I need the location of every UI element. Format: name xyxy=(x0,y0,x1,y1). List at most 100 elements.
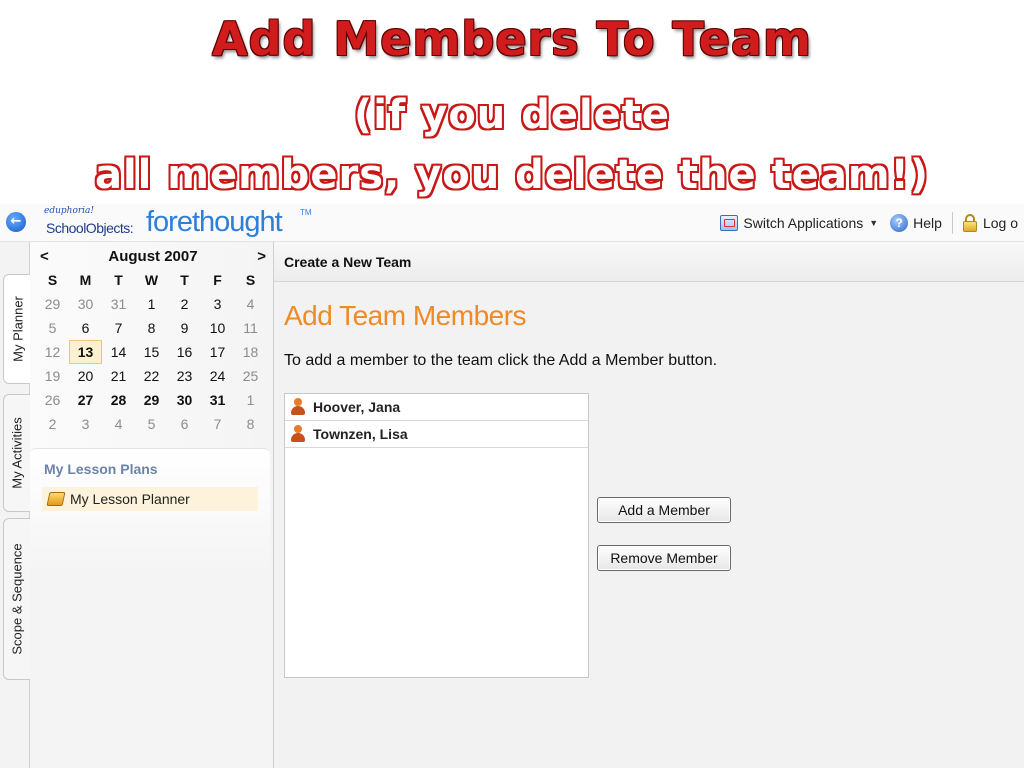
calendar-day[interactable]: 11 xyxy=(234,316,267,340)
switch-applications-icon xyxy=(720,215,739,231)
calendar-day[interactable]: 20 xyxy=(69,364,102,388)
help-icon: ? xyxy=(890,214,909,232)
chevron-down-icon: ▼ xyxy=(869,218,879,228)
calendar-day-of-week: F xyxy=(213,272,222,288)
calendar-day[interactable]: 16 xyxy=(168,340,201,364)
calendar-day[interactable]: 14 xyxy=(102,340,135,364)
calendar-day[interactable]: 27 xyxy=(69,388,102,412)
calendar-day[interactable]: 6 xyxy=(168,412,201,436)
calendar-day-of-week: W xyxy=(144,272,159,288)
vertical-tab-strip: My Planner My Activities Scope & Sequenc… xyxy=(0,242,32,768)
tab-my-activities[interactable]: My Activities xyxy=(3,394,30,512)
calendar-day[interactable]: 24 xyxy=(201,364,234,388)
calendar-day-of-week: S xyxy=(47,272,58,288)
calendar-day[interactable]: 17 xyxy=(201,340,234,364)
my-lesson-planner-label: My Lesson Planner xyxy=(70,491,190,507)
calendar-day[interactable]: 5 xyxy=(135,412,168,436)
calendar-day[interactable]: 31 xyxy=(201,388,234,412)
calendar-day[interactable]: 3 xyxy=(201,292,234,316)
calendar-day[interactable]: 25 xyxy=(234,364,267,388)
calendar-day[interactable]: 21 xyxy=(102,364,135,388)
lesson-plans-title: My Lesson Plans xyxy=(44,461,158,477)
my-lesson-planner-item[interactable]: My Lesson Planner xyxy=(42,487,258,511)
user-icon xyxy=(290,398,306,416)
slide-subtitle-line2: all members, you delete the team!) xyxy=(94,152,930,198)
calendar-day[interactable]: 4 xyxy=(102,412,135,436)
list-item[interactable]: Hoover, Jana xyxy=(285,394,588,421)
tab-label: Scope & Sequence xyxy=(9,543,25,655)
calendar-grid: S M T W T F S 29 30 31 1 2 3 4 5 6 7 8 9 10 11 12 13 14 15 16 17 18… xyxy=(36,268,270,436)
calendar-day[interactable]: 2 xyxy=(168,292,201,316)
calendar-day[interactable]: 19 xyxy=(36,364,69,388)
lesson-plans-section: My Lesson Plans My Lesson Planner xyxy=(30,448,270,768)
calendar-day-today[interactable]: 13 xyxy=(69,340,102,364)
calendar-day[interactable]: 29 xyxy=(135,388,168,412)
calendar-month-label: August 2007 xyxy=(108,248,198,265)
calendar-day[interactable]: 8 xyxy=(135,316,168,340)
calendar-day[interactable]: 29 xyxy=(36,292,69,316)
logo-eduphoria: eduphoria! xyxy=(44,206,95,216)
calendar-day[interactable]: 18 xyxy=(234,340,267,364)
tab-scope-sequence[interactable]: Scope & Sequence xyxy=(3,518,30,680)
tab-label: My Activities xyxy=(9,417,25,489)
calendar-day[interactable]: 8 xyxy=(234,412,267,436)
tab-label: My Planner xyxy=(10,296,26,362)
slide-title: Add Members To Team xyxy=(212,12,812,66)
calendar-day[interactable]: 5 xyxy=(36,316,69,340)
calendar-day[interactable]: 30 xyxy=(69,292,102,316)
member-name: Hoover, Jana xyxy=(313,399,401,415)
calendar-day[interactable]: 1 xyxy=(234,388,267,412)
calendar-day-of-week: T xyxy=(180,272,189,288)
calendar-day-of-week: S xyxy=(245,272,256,288)
calendar-day[interactable]: 22 xyxy=(135,364,168,388)
logout-label: Log o xyxy=(982,215,1018,231)
instruction-text: To add a member to the team click the Ad… xyxy=(284,352,718,369)
calendar-day[interactable]: 30 xyxy=(168,388,201,412)
left-panel: < August 2007 > S M T W T F S 29 30 31 1 2 3 4 5 6 7 8 9 10… xyxy=(30,242,274,768)
help-link[interactable]: ? Help xyxy=(884,214,948,232)
back-arrow-icon[interactable]: ← xyxy=(6,212,26,232)
calendar-day-of-week: T xyxy=(114,272,123,288)
remove-member-button[interactable]: Remove Member xyxy=(597,545,731,571)
lesson-planner-icon xyxy=(46,492,66,506)
calendar-day[interactable]: 31 xyxy=(102,292,135,316)
switch-applications-menu[interactable]: Switch Applications ▼ xyxy=(714,215,884,231)
calendar-day[interactable]: 15 xyxy=(135,340,168,364)
lock-icon xyxy=(962,214,977,232)
calendar-day[interactable]: 28 xyxy=(102,388,135,412)
member-name: Townzen, Lisa xyxy=(313,426,408,442)
calendar-day[interactable]: 3 xyxy=(69,412,102,436)
logout-link[interactable]: Log o xyxy=(957,214,1024,232)
calendar-next-button[interactable]: > xyxy=(257,248,266,265)
calendar-header: < August 2007 > xyxy=(36,246,270,268)
calendar-day[interactable]: 12 xyxy=(36,340,69,364)
logo-trademark: TM xyxy=(300,208,312,217)
top-bar-actions: Switch Applications ▼ ? Help Log o xyxy=(714,211,1024,235)
top-bar: ← eduphoria! SchoolObjects: forethought … xyxy=(0,204,1024,242)
members-list[interactable]: Hoover, Jana Townzen, Lisa xyxy=(284,393,589,678)
calendar-day[interactable]: 23 xyxy=(168,364,201,388)
help-label: Help xyxy=(913,215,942,231)
main-content: Create a New Team Add Team Members To ad… xyxy=(274,242,1024,768)
page-header: Create a New Team xyxy=(274,242,1024,282)
slide-subtitle-line1: (if you delete xyxy=(353,92,671,138)
app-window: ← eduphoria! SchoolObjects: forethought … xyxy=(0,204,1024,768)
calendar-day[interactable]: 7 xyxy=(102,316,135,340)
list-item[interactable]: Townzen, Lisa xyxy=(285,421,588,448)
mini-calendar: < August 2007 > S M T W T F S 29 30 31 1 2 3 4 5 6 7 8 9 10… xyxy=(36,246,270,436)
calendar-day[interactable]: 26 xyxy=(36,388,69,412)
page-title: Add Team Members xyxy=(284,300,527,331)
calendar-day[interactable]: 6 xyxy=(69,316,102,340)
calendar-day[interactable]: 10 xyxy=(201,316,234,340)
calendar-day[interactable]: 1 xyxy=(135,292,168,316)
calendar-day[interactable]: 7 xyxy=(201,412,234,436)
logo-schoolobjects: SchoolObjects: xyxy=(46,220,134,236)
user-icon xyxy=(290,425,306,443)
calendar-day[interactable]: 9 xyxy=(168,316,201,340)
add-member-button[interactable]: Add a Member xyxy=(597,497,731,523)
tab-my-planner[interactable]: My Planner xyxy=(3,274,32,384)
calendar-day[interactable]: 2 xyxy=(36,412,69,436)
calendar-day[interactable]: 4 xyxy=(234,292,267,316)
switch-applications-label: Switch Applications xyxy=(743,215,864,231)
calendar-day-of-week: M xyxy=(79,272,92,288)
